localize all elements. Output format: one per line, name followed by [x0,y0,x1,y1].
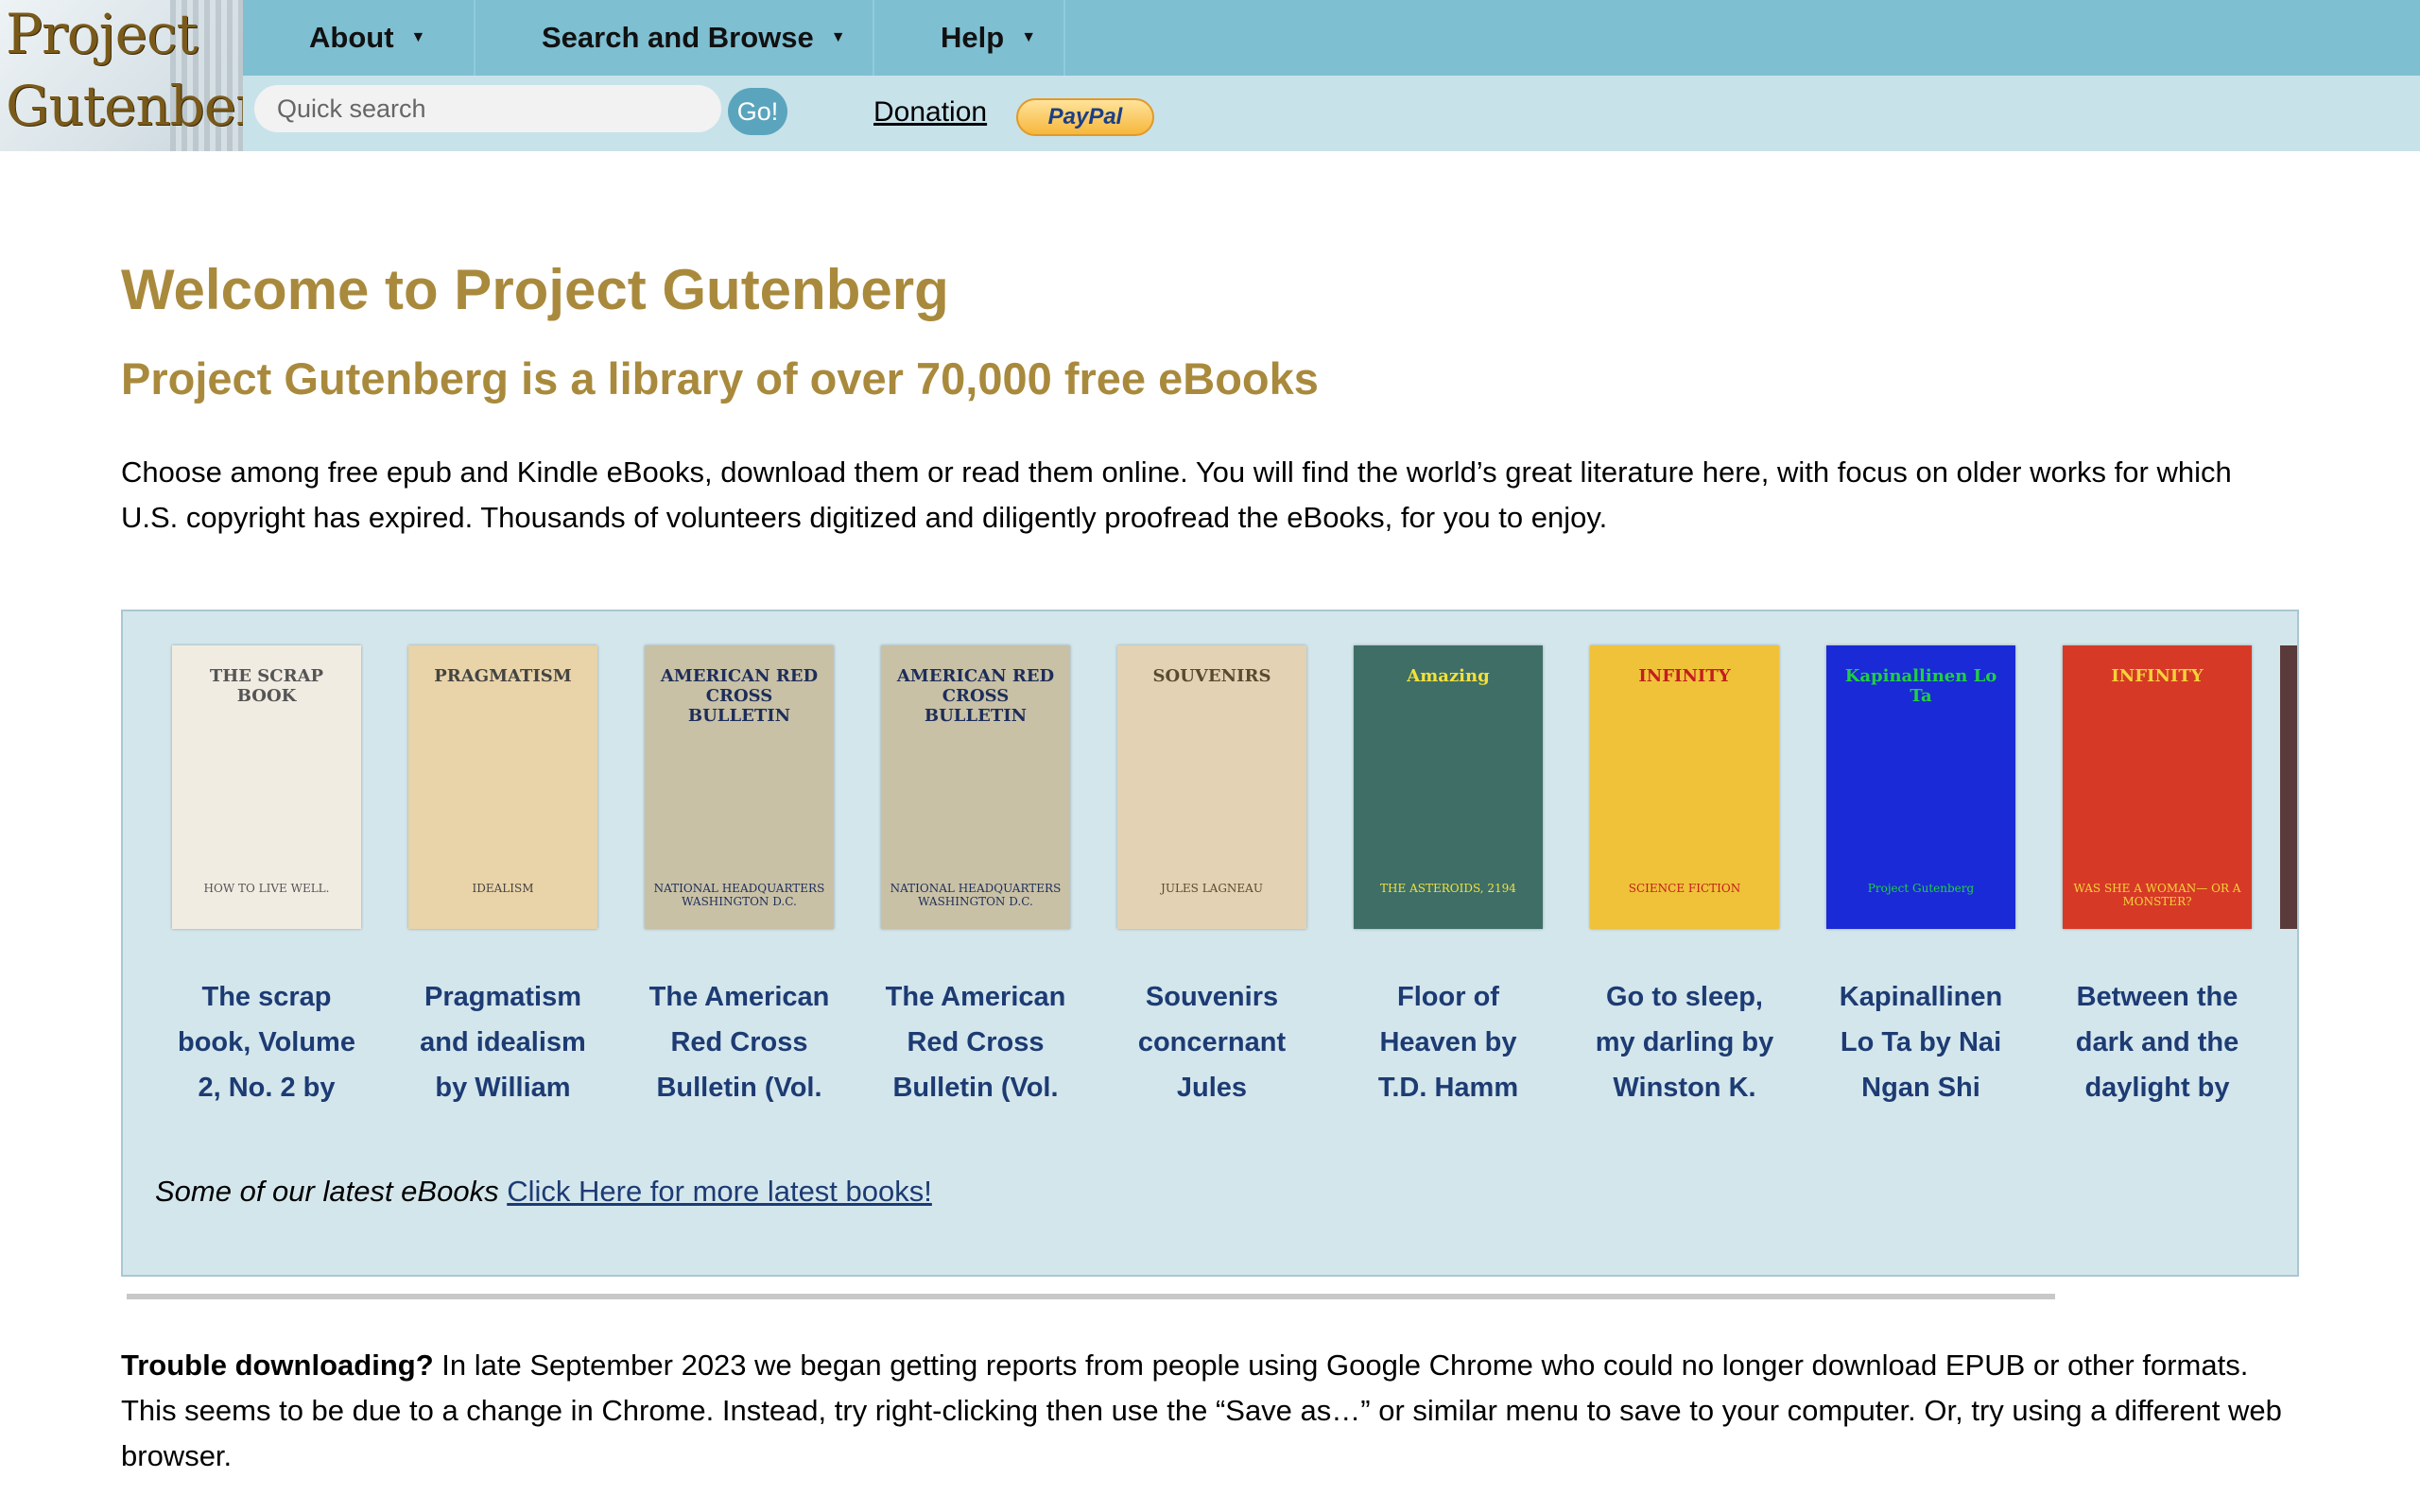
logo-text-line1: Project [6,2,199,66]
cover-title-text: AMERICAN RED CROSS BULLETIN [896,666,1055,726]
book-title[interactable]: Between the dark and the daylight by [2063,974,2252,1110]
book-cover-image[interactable]: INFINITY SCIENCE FICTION [1590,645,1779,929]
chevron-down-icon: ▼ [410,29,426,45]
page-title: Welcome to Project Gutenberg [121,258,949,321]
more-latest-books-link[interactable]: Click Here for more latest books! [507,1175,932,1208]
book-title[interactable]: Souvenirs concernant Jules Lagneau [1117,974,1306,1110]
book-card[interactable]: SOUVENIRS JULES LAGNEAU Souvenirs concerna… [1117,645,1306,1110]
trouble-text: In late September 2023 we began getting … [121,1349,2282,1472]
book-cover-image[interactable]: SOUVENIRS JULES LAGNEAU [1117,645,1306,929]
menu-about-label: About [309,21,394,54]
cover-subtitle-text: IDEALISM [472,882,534,895]
search-placeholder: Quick search [277,94,426,123]
chevron-down-icon: ▼ [830,29,846,45]
latest-books-caption: Some of our latest eBooks Click Here for… [155,1175,932,1209]
cover-title-text: Amazing [1407,666,1490,686]
book-title[interactable]: The scrap book, Volume 2, No. 2 by [172,974,361,1110]
intro-paragraph: Choose among free epub and Kindle eBooks… [121,455,2232,534]
main-menu: About ▼ Search and Browse ▼ Help ▼ [243,0,2420,76]
trouble-label: Trouble downloading? [121,1349,434,1382]
cover-title-text: INFINITY [1638,666,1731,686]
cover-subtitle-text: WAS SHE A WOMAN— OR A MONSTER? [2073,882,2241,908]
latest-caption-text: Some of our latest eBooks [155,1175,499,1208]
cover-subtitle-text: JULES LAGNEAU [1161,882,1263,895]
book-cover-image[interactable]: PRAGMATISM IDEALISM [408,645,597,929]
cover-title-text: AMERICAN RED CROSS BULLETIN [660,666,819,726]
book-card[interactable]: Kapinallinen Lo Ta Project Gutenberg Kapin… [1826,645,2015,1110]
cover-title-text: THE SCRAP BOOK [209,666,324,706]
cover-subtitle-text: SCIENCE FICTION [1628,882,1741,895]
cover-subtitle-text: HOW TO LIVE WELL. [203,882,330,895]
book-cover-image[interactable]: THE SCRAP BOOK HOW TO LIVE WELL. [172,645,361,929]
book-cover-image[interactable]: Amazing THE ASTEROIDS, 2194 [1354,645,1543,929]
trouble-downloading-notice: Trouble downloading? In late September 2… [121,1343,2295,1479]
menu-help[interactable]: Help ▼ [874,0,1065,76]
cover-title-text: PRAGMATISM [434,666,572,686]
project-gutenberg-logo[interactable]: Project Gutenberg [0,0,243,151]
book-title[interactable]: Go to sleep, my darling by Winston K. [1590,974,1779,1110]
book-card[interactable]: THE SCRAP BOOK HOW TO LIVE WELL. The scrap… [172,645,361,1110]
search-bar: Quick search Go! Donation PayPal [243,76,2420,151]
book-cover-image[interactable]: INFINITY WAS SHE A WOMAN— OR A MONSTER? [2063,645,2252,929]
book-card[interactable]: AMERICAN RED CROSS BULLETIN NATIONAL HEAD… [645,645,834,1110]
menu-search-label: Search and Browse [542,21,814,54]
chevron-down-icon: ▼ [1021,29,1037,45]
site-header: Project Gutenberg About ▼ Search and Bro… [0,0,2420,151]
donation-link[interactable]: Donation [873,96,987,129]
book-cover-image[interactable]: AMERICAN RED CROSS BULLETIN NATIONAL HEAD… [645,645,834,929]
page-subtitle: Project Gutenberg is a library of over 7… [121,353,1319,404]
book-card[interactable]: Amazing THE ASTEROIDS, 2194 Floor of Heave… [1354,645,1543,1110]
quick-search-input[interactable]: Quick search [254,85,721,132]
book-title[interactable]: Floor of Heaven by T.D. Hamm [1354,974,1543,1110]
menu-search-and-browse[interactable]: Search and Browse ▼ [475,0,874,76]
menu-about[interactable]: About ▼ [243,0,475,76]
book-cover-image[interactable]: AMERICAN RED CROSS BULLETIN NATIONAL HEAD… [881,645,1070,929]
cover-subtitle-text: THE ASTEROIDS, 2194 [1380,882,1516,895]
book-card[interactable]: INFINITY WAS SHE A WOMAN— OR A MONSTER? Be… [2063,645,2252,1110]
cover-title-text: SOUVENIRS [1152,666,1271,686]
cover-subtitle-text: NATIONAL HEADQUARTERS WASHINGTON D.C. [653,882,825,908]
go-button[interactable]: Go! [728,88,787,135]
book-title[interactable]: Kapinallinen Lo Ta by Nai Ngan Shi [1826,974,2015,1110]
menu-help-label: Help [941,21,1005,54]
book-title[interactable]: The American Red Cross Bulletin (Vol. [881,974,1070,1110]
partial-book-cover[interactable] [2280,645,2297,929]
cover-title-text: INFINITY [2111,666,2204,686]
book-card[interactable]: PRAGMATISM IDEALISM Pragmatism and idealis… [408,645,597,1110]
book-title[interactable]: Pragmatism and idealism by William [408,974,597,1110]
book-title[interactable]: The American Red Cross Bulletin (Vol. [645,974,834,1110]
horizontal-scrollbar[interactable] [127,1294,2055,1299]
latest-books-carousel: THE SCRAP BOOK HOW TO LIVE WELL. The scrap… [121,610,2299,1277]
book-cover-image[interactable]: Kapinallinen Lo Ta Project Gutenberg [1826,645,2015,929]
cover-title-text: Kapinallinen Lo Ta [1844,666,1997,706]
logo-text-line2: Gutenberg [6,74,243,138]
cover-subtitle-text: NATIONAL HEADQUARTERS WASHINGTON D.C. [890,882,1062,908]
book-card[interactable]: INFINITY SCIENCE FICTION Go to sleep, my d… [1590,645,1779,1110]
book-card[interactable]: AMERICAN RED CROSS BULLETIN NATIONAL HEAD… [881,645,1070,1110]
cover-subtitle-text: Project Gutenberg [1867,882,1975,895]
paypal-button[interactable]: PayPal [1016,98,1154,136]
